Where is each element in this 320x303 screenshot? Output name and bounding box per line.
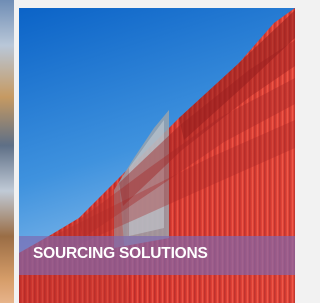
sourcing-solutions-tile[interactable]: SOURCING SOLUTIONS [19,8,295,303]
banner-label: SOURCING SOLUTIONS [33,245,208,262]
banner: SOURCING SOLUTIONS [19,236,295,275]
adjacent-tile-photo [0,0,14,303]
